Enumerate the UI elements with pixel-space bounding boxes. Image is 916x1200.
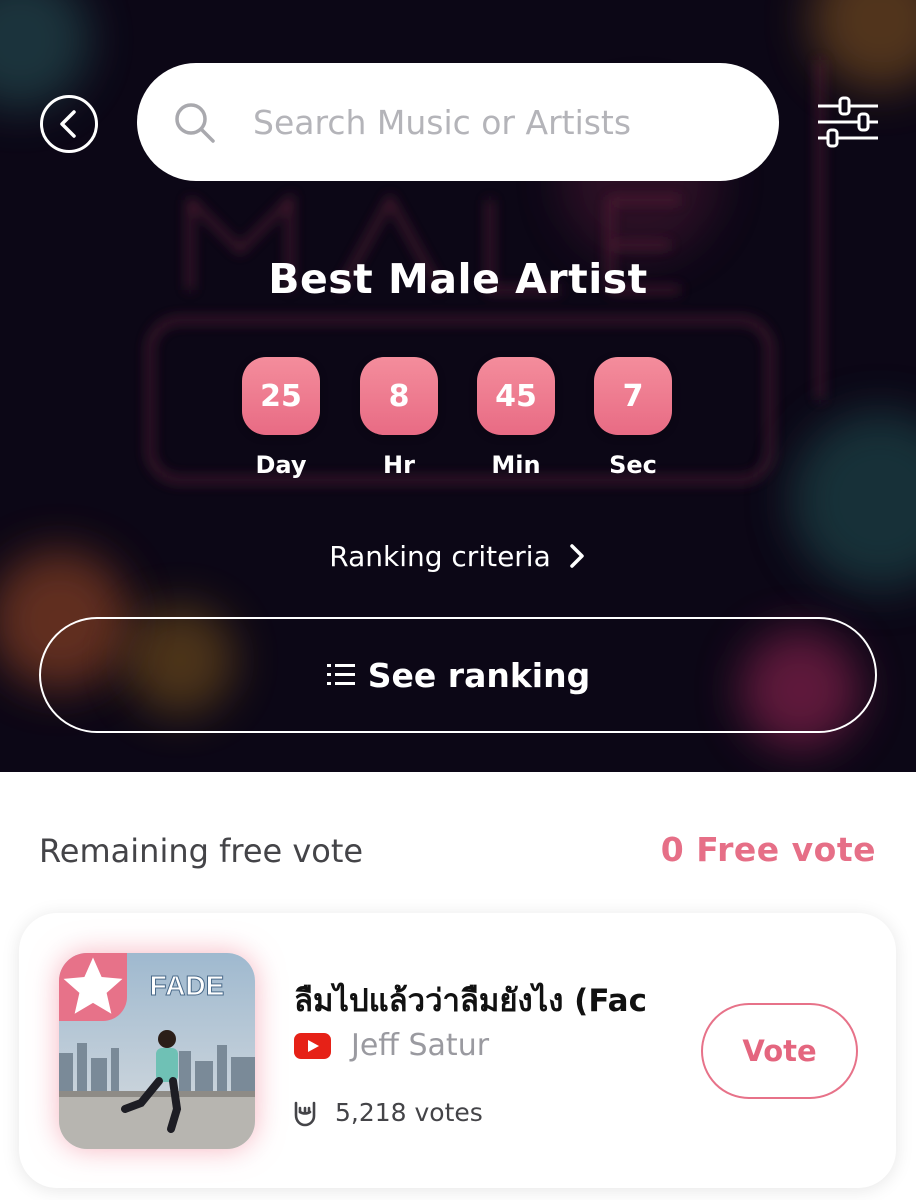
list-icon (326, 664, 355, 685)
back-button[interactable] (40, 95, 98, 153)
countdown-minutes-label: Min (491, 451, 541, 479)
category-title: Best Male Artist (268, 255, 648, 303)
see-ranking-button[interactable]: See ranking (39, 617, 877, 733)
chevron-right-icon (570, 544, 584, 568)
countdown-seconds-value: 7 (594, 357, 672, 435)
hero-section: Best Male Artist 25 8 45 7 Day Hr Min Se… (0, 0, 916, 772)
ranking-criteria-link[interactable]: Ranking criteria (0, 536, 916, 576)
song-title: ลืมไปแล้วว่าลืมยังไง (Fac (294, 983, 647, 1019)
candidate-card: FADE ลืมไปแล้วว่าลืมยังไง (Fac Jeff Satu… (19, 913, 896, 1188)
artist-row: Jeff Satur (294, 1028, 489, 1063)
album-cover: FADE (59, 953, 255, 1149)
filter-sliders-icon[interactable] (815, 94, 881, 150)
countdown-timer: 25 8 45 7 Day Hr Min Sec (0, 357, 916, 497)
vote-count: 5,218 votes (335, 1098, 483, 1127)
ranking-criteria-label: Ranking criteria (329, 539, 551, 573)
search-bar[interactable] (137, 63, 779, 181)
chevron-left-icon (60, 110, 76, 138)
rock-hand-icon (294, 1101, 316, 1126)
search-icon (175, 103, 215, 143)
free-vote-count: 0 Free vote (660, 830, 876, 869)
album-cover-text: FADE (150, 970, 225, 1001)
vote-count-row: 5,218 votes (291, 1098, 483, 1127)
artist-name: Jeff Satur (351, 1028, 490, 1063)
vote-button[interactable]: Vote (701, 1003, 858, 1099)
countdown-hours-value: 8 (360, 357, 438, 435)
countdown-days-value: 25 (242, 357, 320, 435)
youtube-icon (294, 1032, 331, 1059)
search-input[interactable] (253, 63, 753, 181)
favorite-star-badge[interactable] (59, 953, 127, 1021)
countdown-seconds-label: Sec (609, 451, 657, 479)
remaining-free-vote-label: Remaining free vote (39, 832, 364, 870)
star-icon (63, 957, 123, 1014)
countdown-minutes-value: 45 (477, 357, 555, 435)
countdown-hours-label: Hr (383, 451, 415, 479)
see-ranking-label: See ranking (367, 655, 591, 695)
countdown-days-label: Day (255, 451, 307, 479)
